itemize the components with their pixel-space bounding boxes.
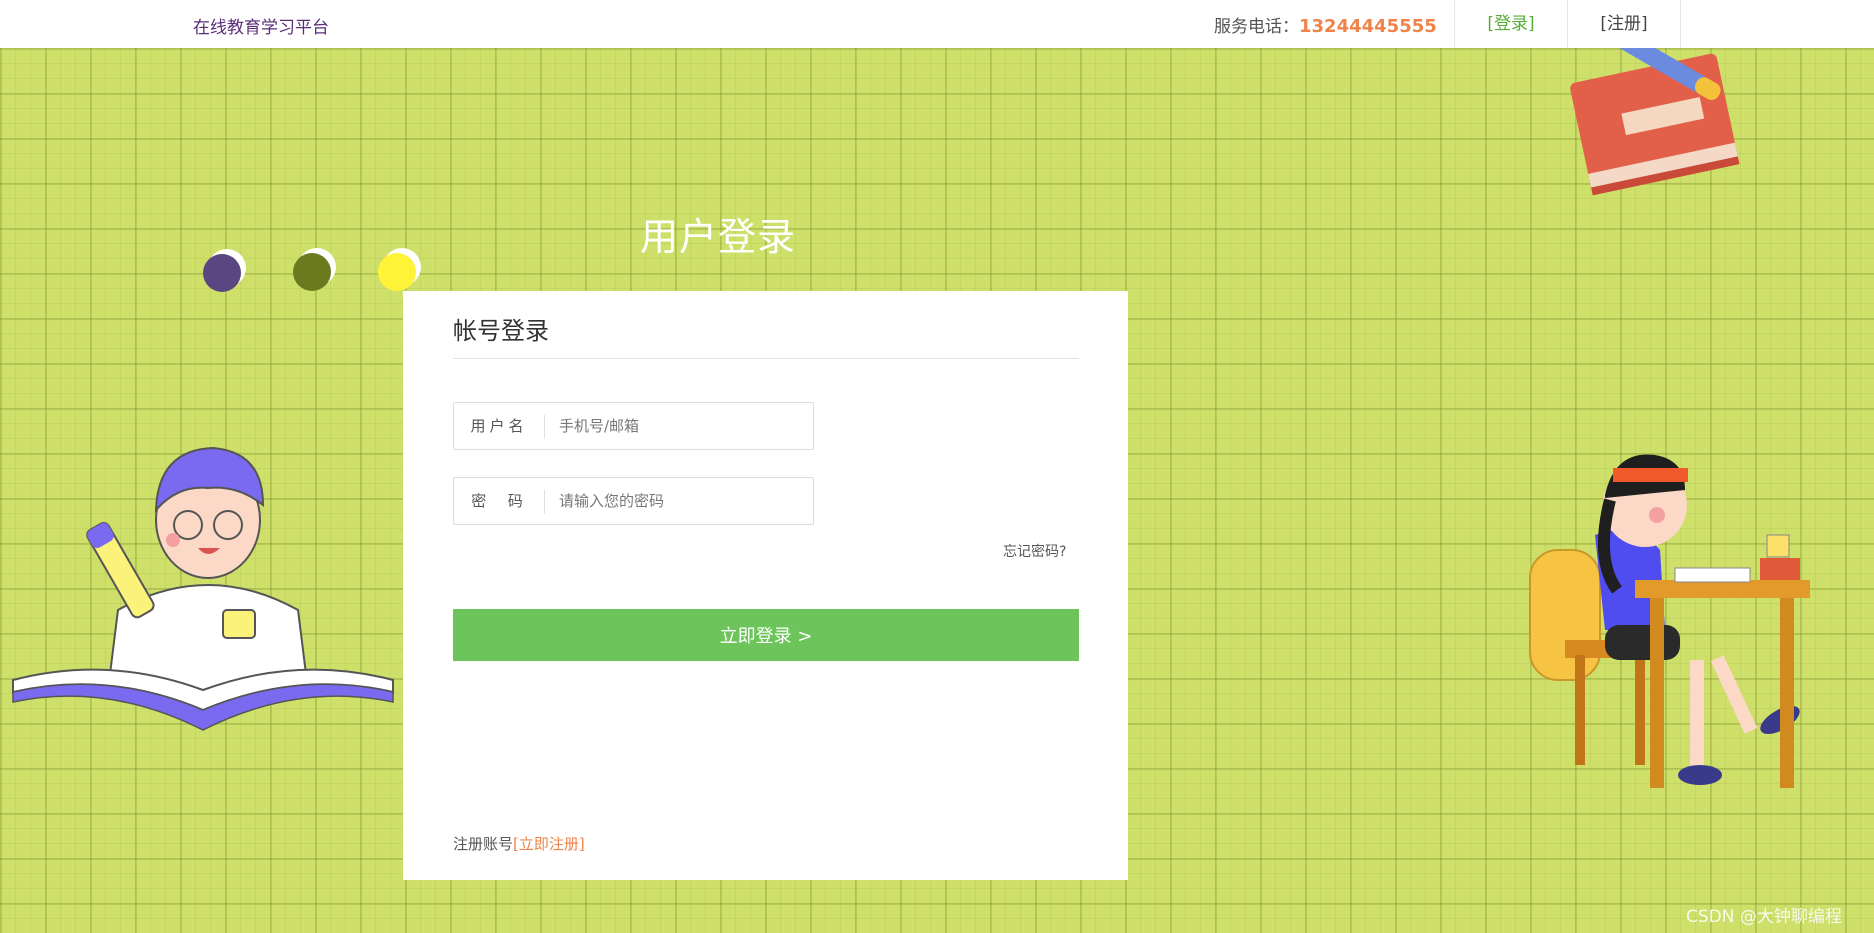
password-separator bbox=[544, 490, 545, 514]
register-now-link[interactable]: [立即注册] bbox=[513, 835, 585, 853]
account-login-title: 帐号登录 bbox=[453, 317, 549, 345]
register-prefix: 注册账号 bbox=[453, 835, 514, 853]
username-input[interactable] bbox=[559, 403, 799, 449]
card-divider bbox=[453, 358, 1079, 359]
username-label: 用户名 bbox=[470, 417, 528, 435]
page-title: 用户登录 bbox=[640, 215, 797, 259]
username-field[interactable]: 用户名 bbox=[453, 402, 814, 450]
watermark: CSDN @大钟聊编程 bbox=[1686, 907, 1842, 927]
password-label: 密 码 bbox=[471, 492, 527, 510]
login-card: 帐号登录 用户名 密 码 忘记密码? 立即登录 > 注册账号[立即注册] bbox=[403, 291, 1128, 880]
brand-title[interactable]: 在线教育学习平台 bbox=[193, 13, 329, 38]
nav-register-link[interactable]: [注册] bbox=[1567, 0, 1681, 48]
login-submit-button[interactable]: 立即登录 > bbox=[453, 609, 1079, 661]
password-field[interactable]: 密 码 bbox=[453, 477, 814, 525]
service-phone: 服务电话：13244445555 bbox=[1214, 12, 1437, 37]
top-header: 在线教育学习平台 服务电话：13244445555 [登录] [注册] bbox=[0, 0, 1874, 48]
forgot-password-link[interactable]: 忘记密码? bbox=[1003, 541, 1066, 561]
phone-number: 13244445555 bbox=[1299, 16, 1437, 37]
purple-dot-icon bbox=[203, 249, 246, 292]
nav-login-link[interactable]: [登录] bbox=[1454, 0, 1567, 48]
yellow-dot-icon bbox=[378, 248, 421, 291]
olive-dot-icon bbox=[293, 248, 336, 291]
password-input[interactable] bbox=[559, 478, 799, 524]
girl-studying-illustration bbox=[1529, 454, 1810, 788]
register-row: 注册账号[立即注册] bbox=[453, 833, 585, 854]
username-separator bbox=[544, 415, 545, 439]
service-label: 服务电话： bbox=[1214, 17, 1299, 37]
book-pencil-illustration bbox=[1570, 48, 1740, 196]
boy-reading-illustration bbox=[12, 446, 394, 731]
